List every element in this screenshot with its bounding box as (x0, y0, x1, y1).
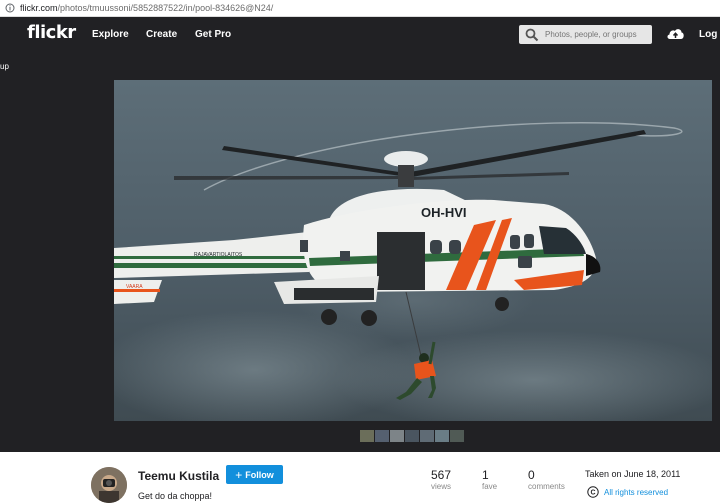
nav-explore[interactable]: Explore (92, 29, 129, 40)
main-photo[interactable]: OH-HVI RAJAVARTIOLAITOS VAARA (114, 80, 712, 421)
address-bar[interactable]: flickr.com/photos/tmuussoni/5852887522/i… (0, 0, 720, 17)
thumbnail[interactable] (420, 430, 434, 442)
thumbnail[interactable] (405, 430, 419, 442)
photostream-thumbnails (360, 430, 464, 442)
faves-stat[interactable]: 1 fave (482, 468, 497, 491)
copyright-icon: C (587, 486, 599, 498)
url-path: /photos/tmuussoni/5852887522/in/pool-834… (57, 3, 274, 13)
owner-name[interactable]: Teemu Kustila (138, 469, 219, 483)
upload-cloud-icon[interactable] (666, 26, 685, 41)
search-box[interactable] (519, 25, 652, 44)
faves-count: 1 (482, 468, 489, 482)
comments-label: comments (528, 482, 565, 491)
photo-info-bar: Teemu Kustila + Follow Get do da choppa! … (0, 452, 720, 504)
top-navigation: flickr Explore Create Get Pro Log I (0, 17, 720, 51)
plus-icon: + (235, 467, 243, 482)
url-text[interactable]: flickr.com/photos/tmuussoni/5852887522/i… (20, 3, 273, 13)
fuselage-lettering: RAJAVARTIOLAITOS (194, 252, 243, 258)
flickr-logo[interactable]: flickr (27, 22, 76, 43)
license-info[interactable]: C All rights reserved (587, 486, 668, 498)
views-label: views (431, 482, 452, 491)
nav-get-pro[interactable]: Get Pro (195, 29, 231, 40)
search-input[interactable] (545, 30, 645, 39)
nav-create[interactable]: Create (146, 29, 177, 40)
views-count: 567 (431, 468, 452, 482)
thumbnail[interactable] (450, 430, 464, 442)
back-to-group-link[interactable]: up (0, 62, 9, 71)
faves-label: fave (482, 482, 498, 491)
svg-text:C: C (590, 490, 595, 497)
photo-description: Get do da choppa! (138, 491, 213, 501)
thumbnail[interactable] (435, 430, 449, 442)
registration-mark: OH-HVI (421, 205, 467, 220)
rights-label: All rights reserved (604, 487, 669, 497)
thumbnail[interactable] (360, 430, 374, 442)
follow-button[interactable]: + Follow (226, 465, 283, 484)
search-icon[interactable] (525, 28, 539, 42)
views-stat: 567 views (431, 468, 451, 491)
comments-count: 0 (528, 468, 535, 482)
tail-lettering: VAARA (126, 284, 143, 290)
avatar[interactable] (91, 467, 127, 503)
thumbnail[interactable] (390, 430, 404, 442)
login-link[interactable]: Log I (699, 29, 720, 40)
comments-stat[interactable]: 0 comments (528, 468, 565, 491)
photo-stage: up OH-HVI RAJAVARTIOLAITOS VAARA (0, 51, 720, 452)
url-host: flickr.com (20, 3, 58, 13)
follow-label: Follow (245, 469, 274, 480)
info-icon[interactable] (5, 3, 15, 13)
thumbnail[interactable] (375, 430, 389, 442)
date-taken[interactable]: Taken on June 18, 2011 (585, 469, 680, 479)
